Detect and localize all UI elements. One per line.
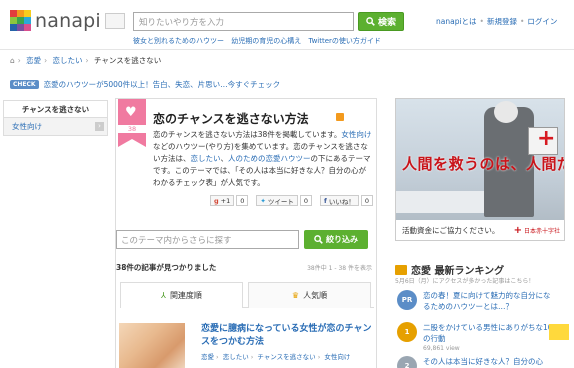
ranking-subtitle: 5月6日（月）にアクセスが多かった記事はこちら！ — [395, 278, 535, 285]
sidebar-current-theme[interactable]: チャンスを逃さない — [3, 100, 108, 118]
breadcrumb-home-icon[interactable]: ⌂ — [10, 56, 15, 65]
results-count: 38件の記事が見つかりました — [116, 263, 217, 272]
breadcrumb-current: チャンスを逃さない — [93, 56, 162, 65]
search-button-label: 検索 — [377, 18, 396, 28]
list-item[interactable]: 恋愛に臆病になっている女性が恋のチャンスをつかむ方法 恋愛 › 恋したい › チャン… — [116, 321, 378, 368]
ranking-item[interactable]: 2 その人は本当に好きな人？自分の心 — [395, 356, 571, 368]
twitter-icon: ✦ — [260, 196, 266, 205]
popular-searches: 彼女と別れるためのハウツー 幼児期の育児の心構え Twitterの使い方ガイド — [133, 36, 386, 46]
sidebar-item-label: 女性向け — [12, 122, 42, 131]
breadcrumb-item[interactable]: 恋愛 — [26, 56, 41, 65]
filter-button[interactable]: 絞り込み — [304, 230, 368, 249]
register-link[interactable]: 新規登録 — [487, 17, 517, 26]
logo-mark-icon — [10, 10, 32, 32]
desc-link-koishitai[interactable]: 恋したい — [191, 154, 221, 163]
google-plus-share[interactable]: g +1 0 — [210, 195, 249, 206]
tab-popular[interactable]: ♛ 人気順 — [248, 282, 371, 308]
rank-badge: 2 — [397, 356, 417, 368]
page-title: 恋のチャンスを逃さない方法 — [153, 112, 309, 126]
heart-icon: ♥ — [125, 105, 137, 120]
desc-link-howto[interactable]: 人のための恋愛ハウツー — [228, 154, 311, 163]
ad-sponsor: 日本赤十字社 — [523, 227, 560, 235]
social-buttons: g +1 0 ✦ ツイート 0 f いいね！ 0 — [210, 195, 373, 206]
results-range: 38件中 1 - 38 件を表示 — [307, 265, 372, 272]
article-title-link[interactable]: 恋愛に臆病になっている女性が恋のチャンスをつかむ方法 — [201, 323, 376, 349]
search-button[interactable]: 検索 — [358, 12, 404, 31]
tab-label: 関連度順 — [169, 291, 202, 300]
theme-ribbon: ♥ 38 — [118, 99, 146, 147]
relevance-icon: ⅄ — [161, 291, 166, 300]
theme-search-input[interactable]: このテーマ内からさらに探す — [116, 230, 299, 249]
ad-headline: 人間を救うのは、人間だ。 — [402, 155, 564, 173]
nanapi-logo[interactable]: nanapi — [10, 8, 101, 34]
facebook-icon: f — [323, 196, 327, 205]
article-tag[interactable]: チャンスを逃さない — [257, 353, 315, 361]
article-tag[interactable]: 女性向け — [324, 353, 350, 361]
top-nav: nanapiとは • 新規登録 • ログイン — [436, 17, 558, 26]
filter-button-label: 絞り込み — [326, 235, 358, 244]
facebook-like[interactable]: f いいね！ 0 — [319, 195, 373, 206]
tweet-share[interactable]: ✦ ツイート 0 — [256, 195, 312, 206]
facebook-like-count: 0 — [360, 195, 373, 206]
ranking-item[interactable]: PR 恋の春！夏に向けて魅力的な自分になるためのハウツーとは…？ — [395, 290, 571, 316]
tab-relevance[interactable]: ⅄ 関連度順 — [120, 282, 243, 308]
sort-tabs: ⅄ 関連度順 ♛ 人気順 — [120, 282, 374, 308]
popular-search-link[interactable]: 幼児期の育児の心構え — [231, 37, 301, 45]
article-thumbnail[interactable] — [119, 323, 185, 368]
site-header: nanapi 知りたいやり方を入力 検索 彼女と別れるためのハウツー 幼児期の育… — [0, 0, 574, 50]
logo-text: nanapi — [35, 10, 101, 32]
sidebar: チャンスを逃さない 女性向け › — [3, 100, 108, 136]
about-link[interactable]: nanapiとは — [436, 17, 477, 26]
breadcrumb-item[interactable]: 恋したい — [53, 56, 83, 65]
sidebar-item-female[interactable]: 女性向け › — [3, 118, 108, 136]
article-tags: 恋愛 › 恋したい › チャンスを逃さない › 女性向け — [201, 353, 351, 361]
red-cross-ad[interactable]: 人間を救うのは、人間だ。 活動資金にご協力ください。 +日本赤十字社 — [395, 98, 565, 241]
breadcrumb: ⌂ › 恋愛 › 恋したい › チャンスを逃さない — [10, 56, 162, 65]
ranking-icon — [395, 264, 407, 275]
tab-label: 人気順 — [303, 291, 328, 300]
ad-footer: 活動資金にご協力ください。 + 日本赤十字社 — [396, 220, 564, 240]
language-flag-icon[interactable] — [105, 13, 125, 29]
red-cross-icon: + — [513, 224, 522, 236]
ranking-item[interactable]: 1 二股をかけている男性にありがちな10の行動 69,861 view — [395, 322, 571, 352]
ranking-item-link[interactable]: 二股をかけている男性にありがちな10の行動 — [423, 322, 553, 344]
search-input[interactable]: 知りたいやり方を入力 — [133, 12, 354, 31]
login-link[interactable]: ログイン — [527, 17, 557, 26]
popular-search-link[interactable]: Twitterの使い方ガイド — [308, 37, 380, 45]
popular-search-link[interactable]: 彼女と別れるためのハウツー — [133, 37, 224, 45]
search-icon — [366, 17, 375, 26]
ranking-thumbnail[interactable] — [549, 324, 569, 340]
google-plus-icon: g — [214, 196, 219, 205]
ranking-title: 恋愛 最新ランキング — [395, 262, 504, 277]
theme-count: 38 — [127, 125, 137, 133]
ranking-item-link[interactable]: 恋の春！夏に向けて魅力的な自分になるためのハウツーとは…？ — [423, 290, 553, 312]
article-tag[interactable]: 恋したい — [223, 353, 249, 361]
theme-description: 恋のチャンスを逃さない方法は38件を掲載しています。女性向けなどのハウツー(やり… — [153, 130, 372, 187]
google-plus-count: 0 — [236, 195, 249, 206]
promo-banner[interactable]: CHECK 恋愛のハウツーが5000件以上！告白、失恋、片思い…今すぐチェック — [10, 77, 570, 92]
rank-badge: PR — [397, 290, 417, 310]
chevron-right-icon: › — [95, 122, 104, 131]
ranking-item-views: 69,861 view — [423, 345, 460, 352]
article-tag[interactable]: 恋愛 — [201, 353, 214, 361]
tweet-count: 0 — [299, 195, 312, 206]
ranking-item-link[interactable]: その人は本当に好きな人？自分の心 — [423, 356, 553, 367]
desc-link-female[interactable]: 女性向け — [341, 130, 371, 139]
theme-panel: ♥ 38 恋のチャンスを逃さない方法 恋のチャンスを逃さない方法は38件を掲載し… — [115, 98, 377, 368]
promo-link[interactable]: 恋愛のハウツーが5000件以上！告白、失恋、片思い…今すぐチェック — [44, 79, 281, 90]
check-badge: CHECK — [10, 80, 39, 89]
search-icon — [314, 235, 323, 244]
ad-footer-text: 活動資金にご協力ください。 — [402, 225, 500, 235]
crown-icon: ♛ — [291, 291, 300, 300]
rank-badge: 1 — [397, 322, 417, 342]
red-cross-box-icon — [528, 126, 558, 155]
rss-icon[interactable] — [336, 113, 344, 121]
